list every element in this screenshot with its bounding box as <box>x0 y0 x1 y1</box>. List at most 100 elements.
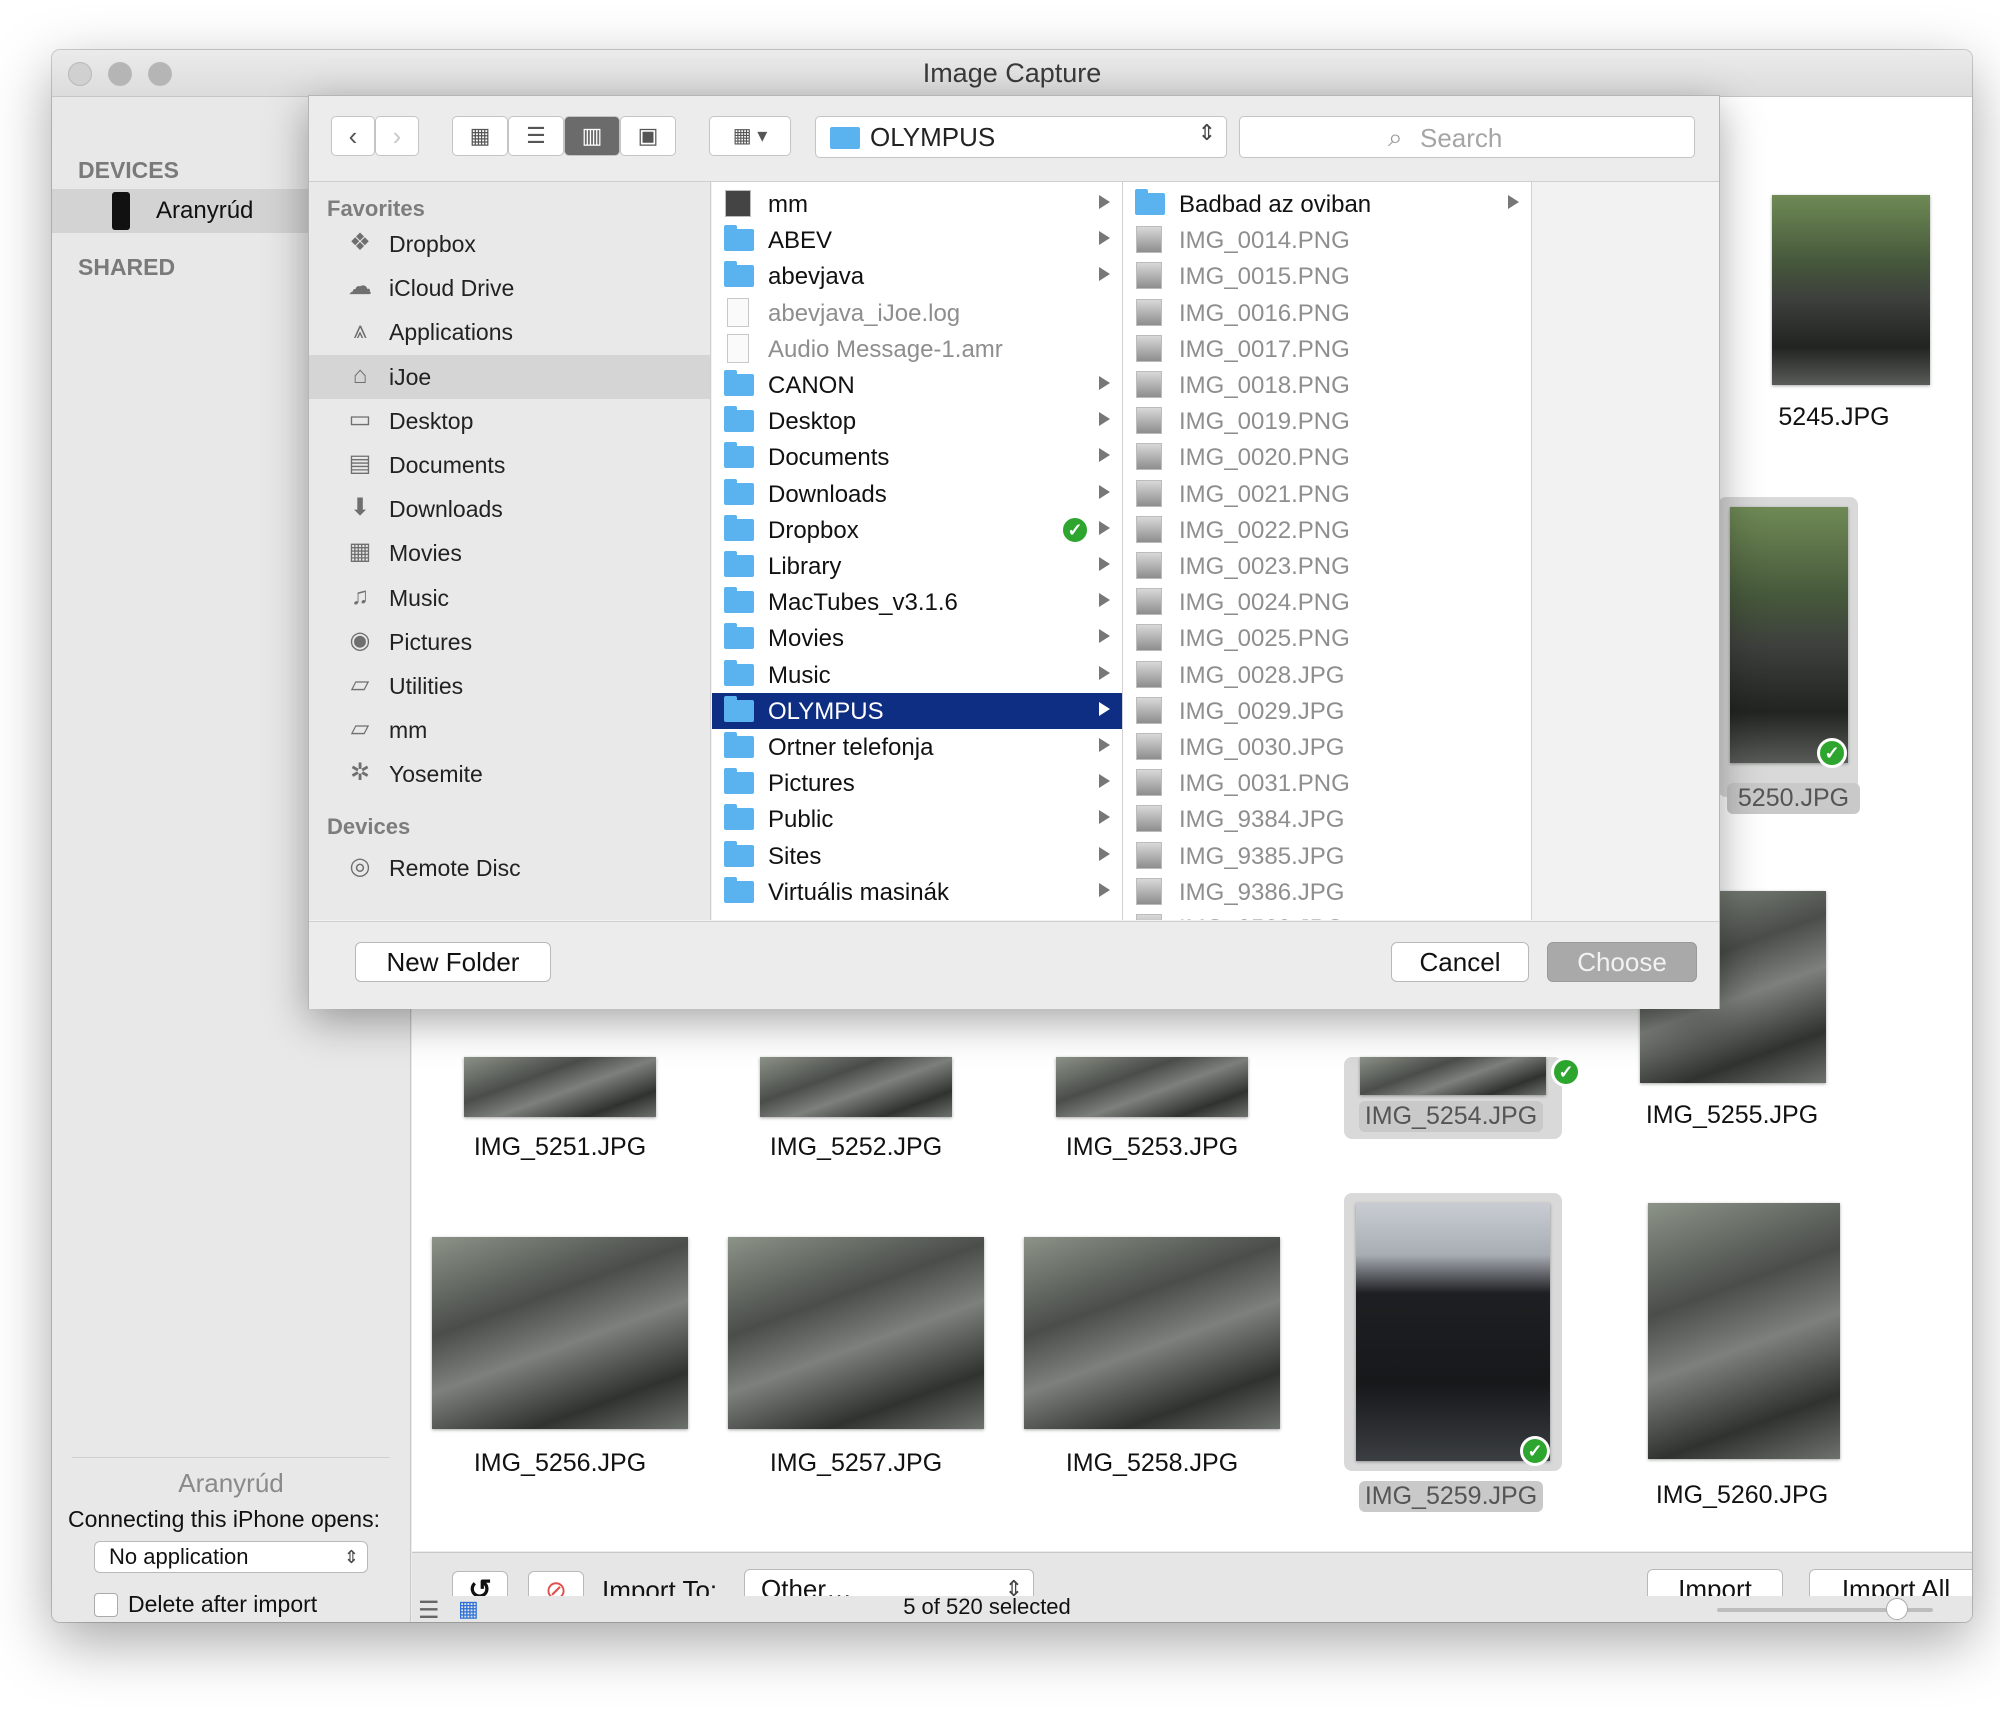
sidebar-item-movies[interactable]: ▦ Movies <box>309 531 710 575</box>
list-item[interactable]: Badbad az oviban <box>1123 186 1531 222</box>
coverflow-view-button[interactable]: ▣ <box>620 116 676 156</box>
forward-button[interactable]: › <box>375 116 419 156</box>
shared-header: SHARED <box>78 254 176 280</box>
sidebar-item-dropbox[interactable]: ❖ Dropbox <box>309 222 710 266</box>
thumbnail-5256[interactable] <box>432 1237 688 1429</box>
thumbnail-5254[interactable] <box>1360 1057 1546 1095</box>
sidebar-item-pictures[interactable]: ◉ Pictures <box>309 620 710 664</box>
devices-header: DEVICES <box>78 157 179 183</box>
list-item[interactable]: IMG_9386.JPG <box>1123 874 1531 910</box>
list-item[interactable]: ABEV <box>712 222 1122 258</box>
device-name: Aranyrúd <box>156 197 254 224</box>
updown-chevron-icon: ⇕ <box>343 1547 359 1567</box>
zoom-slider-thumb[interactable] <box>1886 1598 1908 1620</box>
sidebar-item-label: iJoe <box>389 363 432 390</box>
search-icon: ⌕ <box>1388 122 1403 152</box>
sidebar-item-downloads[interactable]: ⬇ Downloads <box>309 487 710 531</box>
folder-icon <box>724 587 754 614</box>
thumbnail-5251[interactable] <box>464 1057 656 1117</box>
location-popup[interactable]: OLYMPUS ⇕ <box>815 116 1227 158</box>
sidebar-item-yosemite[interactable]: ✲ Yosemite <box>309 752 710 796</box>
sidebar-item-desktop[interactable]: ▭ Desktop <box>309 399 710 443</box>
list-item-label: IMG_0015.PNG <box>1179 263 1350 291</box>
list-item[interactable]: IMG_0020.PNG <box>1123 439 1531 475</box>
thumbnail-5260[interactable] <box>1648 1203 1840 1459</box>
list-item-label: IMG_0028.JPG <box>1179 661 1345 689</box>
arrange-button[interactable]: ▦ ▾ <box>709 116 791 156</box>
sidebar-item-documents[interactable]: ▤ Documents <box>309 443 710 487</box>
list-item[interactable]: Downloads <box>712 476 1122 512</box>
thumbnail-5259[interactable] <box>1356 1203 1550 1461</box>
thumbnail-5253[interactable] <box>1056 1057 1248 1117</box>
connect-app-select[interactable]: No application ⇕ <box>94 1541 368 1573</box>
list-item[interactable]: IMG_9560.JPG <box>1123 910 1531 920</box>
list-item[interactable]: IMG_0024.PNG <box>1123 584 1531 620</box>
delete-after-import-checkbox[interactable] <box>94 1593 118 1617</box>
list-item[interactable]: Music <box>712 657 1122 693</box>
list-item[interactable]: IMG_0016.PNG <box>1123 295 1531 331</box>
list-item[interactable]: IMG_9384.JPG <box>1123 801 1531 837</box>
disclosure-arrow-icon <box>1099 412 1110 427</box>
list-item-label: IMG_0030.JPG <box>1179 734 1345 761</box>
list-item[interactable]: IMG_0028.JPG <box>1123 657 1531 693</box>
list-item[interactable]: Virtuális masinák <box>712 874 1122 910</box>
list-item-label: Badbad az oviban <box>1179 191 1372 218</box>
sidebar-item-remote-disc[interactable]: ◎ Remote Disc <box>309 846 710 890</box>
list-item[interactable]: Desktop <box>712 403 1122 439</box>
list-item[interactable]: IMG_0021.PNG <box>1123 476 1531 512</box>
folder-icon <box>724 768 754 795</box>
list-item[interactable]: Documents <box>712 439 1122 475</box>
image-file-icon <box>1136 914 1162 920</box>
list-item[interactable]: Public <box>712 801 1122 837</box>
sidebar-item-mm[interactable]: ▱ mm <box>309 708 710 752</box>
list-item[interactable]: IMG_0031.PNG <box>1123 765 1531 801</box>
sidebar-item-utilities[interactable]: ▱ Utilities <box>309 664 710 708</box>
list-item[interactable]: IMG_0023.PNG <box>1123 548 1531 584</box>
list-item[interactable]: Audio Message-1.amr <box>712 331 1122 367</box>
list-item[interactable]: IMG_0030.JPG <box>1123 729 1531 765</box>
list-item-label: MacTubes_v3.1.6 <box>768 589 958 617</box>
list-item[interactable]: abevjava <box>712 258 1122 294</box>
sidebar-item-label: iCloud Drive <box>389 275 515 302</box>
icon-view-button[interactable]: ▦ <box>452 116 508 156</box>
column-view-button[interactable]: ▥ <box>564 116 620 156</box>
check-icon: ✓ <box>1520 1436 1550 1466</box>
list-item[interactable]: CANON <box>712 367 1122 403</box>
sidebar-item-ijoe[interactable]: ⌂ iJoe <box>309 354 710 399</box>
list-item[interactable]: IMG_0025.PNG <box>1123 620 1531 656</box>
thumbnail-5250[interactable] <box>1730 507 1848 763</box>
thumbnail-label: IMG_5251.JPG <box>473 1133 647 1161</box>
list-item[interactable]: MacTubes_v3.1.6 <box>712 584 1122 620</box>
list-item[interactable]: IMG_0029.JPG <box>1123 693 1531 729</box>
list-item[interactable]: abevjava_iJoe.log <box>712 295 1122 331</box>
list-item[interactable]: Dropbox ✓ <box>712 512 1122 548</box>
thumbnail-5257[interactable] <box>728 1237 984 1429</box>
search-field[interactable]: ⌕ Search <box>1239 116 1695 158</box>
list-item[interactable]: Library <box>712 548 1122 584</box>
image-file-icon <box>1136 443 1162 471</box>
choose-button[interactable]: Choose <box>1547 942 1697 982</box>
back-button[interactable]: ‹ <box>331 116 375 156</box>
new-folder-button[interactable]: New Folder <box>355 942 551 982</box>
list-item[interactable]: IMG_0019.PNG <box>1123 403 1531 439</box>
thumbnail-5245[interactable] <box>1772 195 1930 385</box>
list-item[interactable]: IMG_0014.PNG <box>1123 222 1531 258</box>
sidebar-item-applications[interactable]: ⩓ Applications <box>309 310 710 354</box>
list-item[interactable]: Pictures <box>712 765 1122 801</box>
sidebar-item-music[interactable]: ♫ Music <box>309 576 710 620</box>
list-item[interactable]: Ortner telefonja <box>712 729 1122 765</box>
thumbnail-5252[interactable] <box>760 1057 952 1117</box>
list-item[interactable]: IMG_0017.PNG <box>1123 331 1531 367</box>
list-item[interactable]: OLYMPUS <box>712 692 1122 729</box>
list-item[interactable]: Movies <box>712 620 1122 656</box>
list-item[interactable]: Sites <box>712 838 1122 874</box>
list-item[interactable]: mm <box>712 186 1122 222</box>
sidebar-item-icloud-drive[interactable]: ☁ iCloud Drive <box>309 266 710 310</box>
list-item[interactable]: IMG_0018.PNG <box>1123 367 1531 403</box>
list-view-button[interactable]: ☰ <box>508 116 564 156</box>
thumbnail-5258[interactable] <box>1024 1237 1280 1429</box>
list-item[interactable]: IMG_9385.JPG <box>1123 838 1531 874</box>
cancel-button[interactable]: Cancel <box>1391 942 1529 982</box>
list-item[interactable]: IMG_0015.PNG <box>1123 258 1531 294</box>
list-item[interactable]: IMG_0022.PNG <box>1123 512 1531 548</box>
